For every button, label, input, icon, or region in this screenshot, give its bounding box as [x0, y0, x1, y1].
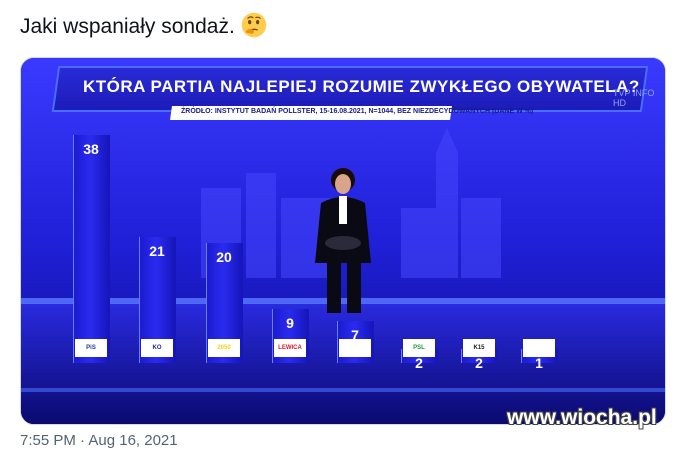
source-text: ŹRÓDŁO: INSTYTUT BADAŃ POLLSTER, 15-16.0… [181, 108, 534, 115]
bar-value-label: 2 [475, 355, 483, 371]
party-logo: PSL [403, 339, 435, 357]
party-logo: KO [141, 339, 173, 357]
bar-value-label: 2 [415, 355, 423, 371]
party-logo [523, 339, 555, 357]
channel-logo: TVP INFO HD [613, 88, 655, 108]
tweet-media[interactable]: KTÓRA PARTIA NAJLEPIEJ ROZUMIE ZWYKŁEGO … [20, 57, 666, 425]
party-logo: LEWICA [274, 339, 306, 357]
thinking-face-icon [241, 12, 267, 38]
headline-text: KTÓRA PARTIA NAJLEPIEJ ROZUMIE ZWYKŁEGO … [83, 77, 640, 96]
party-logo: 2050 [208, 339, 240, 357]
bar-value-label: 1 [535, 355, 543, 371]
tweet-text: Jaki wspaniały sondaż. [20, 12, 267, 39]
bar-pis [73, 135, 110, 363]
party-logo [339, 339, 371, 357]
party-logo: K15 [463, 339, 495, 357]
bar-value-label: 9 [286, 315, 294, 331]
bar-value-label: 20 [216, 249, 232, 265]
party-logo: PiS [75, 339, 107, 357]
watermark: www.wiocha.pl [507, 406, 657, 429]
bar-value-label: 21 [149, 243, 165, 259]
tweet-timestamp[interactable]: 7:55 PM · Aug 16, 2021 [20, 432, 178, 449]
bar-value-label: 38 [83, 141, 99, 157]
